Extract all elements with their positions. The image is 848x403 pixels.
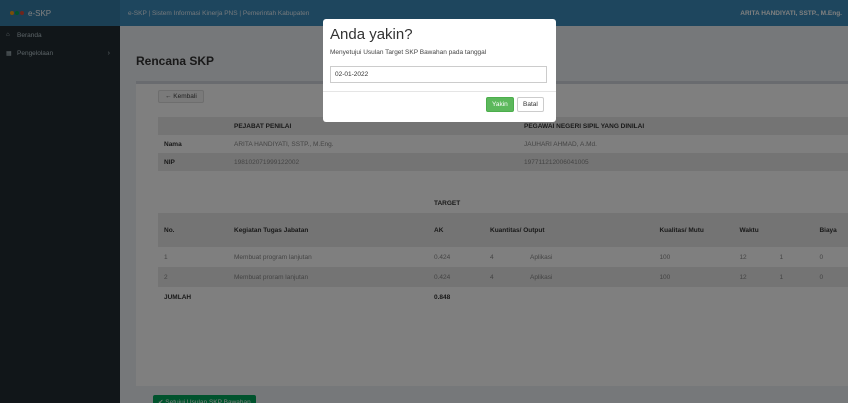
dialog-title: Anda yakin?: [330, 26, 413, 43]
approval-date-input[interactable]: [330, 66, 547, 83]
divider: [323, 91, 556, 92]
confirm-dialog: Anda yakin? Menyetujui Usulan Target SKP…: [323, 19, 556, 122]
dialog-message: Menyetujui Usulan Target SKP Bawahan pad…: [330, 49, 487, 56]
confirm-cancel-button[interactable]: Batal: [517, 97, 544, 112]
confirm-yes-button[interactable]: Yakin: [486, 97, 514, 112]
